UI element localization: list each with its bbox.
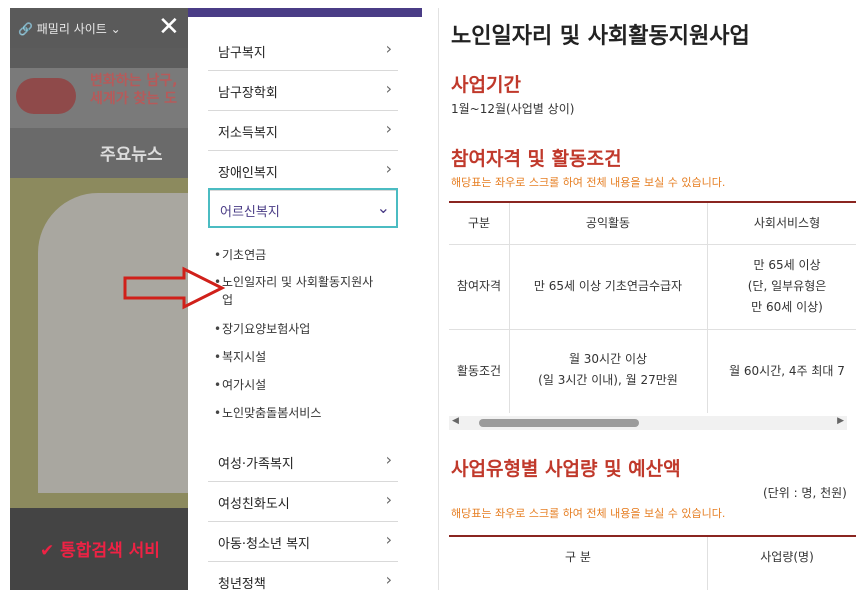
menu-item-disability[interactable]: 장애인복지 › — [208, 151, 398, 191]
submenu-welfare-facility[interactable]: 복지시설 — [214, 348, 382, 366]
submenu-senior-jobs[interactable]: 노인일자리 및 사회활동지원사업 — [214, 273, 382, 309]
submenu-long-term-care[interactable]: 장기요양보험사업 — [214, 320, 382, 338]
chevron-right-icon: › — [385, 450, 392, 469]
table-cell: 만 60세 이상) — [751, 300, 823, 314]
menu-topbar — [188, 8, 422, 17]
poster-card — [38, 193, 188, 493]
section-heading-budget: 사업유형별 사업량 및 예산액 — [451, 458, 681, 480]
table-header: 사회서비스형 — [753, 216, 821, 230]
table-row-label: 참여자격 — [456, 279, 502, 293]
menu-item-namgu-welfare[interactable]: 남구복지 › — [208, 31, 398, 71]
search-service-label: ✔ 통합검색 서비 — [40, 541, 160, 561]
row-divider — [449, 329, 856, 330]
table-cell: (단, 일부유형은 — [747, 279, 827, 293]
close-icon[interactable]: ✕ — [158, 14, 180, 40]
menu-item-low-income[interactable]: 저소득복지 › — [208, 111, 398, 151]
menu-item-youth-policy[interactable]: 청년정책 › — [208, 562, 398, 590]
menu-item-scholarship[interactable]: 남구장학회 › — [208, 71, 398, 111]
mobile-menu-panel: 🔗 패밀리 사이트 ⌄ 변화하는 남구, 세계가 찾는 도 주요뉴스 ✔ 통합검… — [10, 8, 422, 590]
scroll-hint: 해당표는 좌우로 스크롤 하여 전체 내용을 보실 수 있습니다. — [451, 176, 726, 189]
table-cell: 만 65세 이상 기초연금수급자 — [533, 279, 683, 293]
table-header: 공익활동 — [585, 216, 631, 230]
submenu-leisure-facility[interactable]: 여가시설 — [214, 376, 382, 394]
menu-item-women-family[interactable]: 여성·가족복지 › — [208, 442, 398, 482]
conditions-table[interactable]: 구분 공익활동 사회서비스형 참여자격 만 65세 이상 기초연금수급자 만 6… — [449, 201, 856, 413]
submenu-basic-pension[interactable]: 기초연금 — [214, 246, 382, 264]
family-site-label: 패밀리 사이트 — [36, 22, 107, 36]
scroll-right-icon[interactable]: ▶ — [837, 416, 844, 426]
menu-item-senior-active[interactable]: 어르신복지 ⌄ — [208, 188, 398, 228]
row-divider — [449, 244, 856, 245]
budget-table[interactable]: 구 분 사업량(명) — [449, 535, 856, 590]
table-header: 구분 — [467, 216, 491, 230]
scroll-hint: 해당표는 좌우로 스크롤 하여 전체 내용을 보실 수 있습니다. — [451, 507, 726, 520]
banner-text: 변화하는 남구, 세계가 찾는 도 — [90, 73, 178, 107]
table-cell: 월 30시간 이상 — [568, 352, 648, 366]
table-cell: 월 60시간, 4주 최대 7 — [729, 364, 845, 378]
period-text: 1월~12월(사업별 상이) — [451, 102, 575, 116]
red-arrow-icon — [123, 266, 226, 310]
table-cell: 만 65세 이상 — [753, 258, 821, 272]
menu-item-child-youth[interactable]: 아동·청소년 복지 › — [208, 522, 398, 562]
table-header: 사업량(명) — [760, 550, 814, 564]
chevron-right-icon: › — [385, 490, 392, 509]
horizontal-scrollbar[interactable]: ◀ ▶ — [449, 416, 847, 430]
chevron-right-icon: › — [385, 119, 392, 138]
news-heading: 주요뉴스 — [10, 128, 188, 178]
table-header: 구 분 — [565, 550, 591, 564]
chevron-right-icon: › — [385, 39, 392, 58]
table-cell: (일 3시간 이내), 월 27만원 — [538, 373, 678, 387]
chevron-right-icon: › — [385, 79, 392, 98]
chevron-right-icon: › — [385, 159, 392, 178]
scroll-thumb[interactable] — [479, 419, 639, 427]
submenu-custom-care[interactable]: 노인맞춤돌봄서비스 — [214, 404, 382, 422]
screenshot-frame: 🔗 패밀리 사이트 ⌄ 변화하는 남구, 세계가 찾는 도 주요뉴스 ✔ 통합검… — [0, 0, 866, 600]
logo — [16, 78, 76, 114]
section-heading-conditions: 참여자격 및 활동조건 — [451, 148, 622, 170]
content-panel: 노인일자리 및 사회활동지원사업 사업기간 1월~12월(사업별 상이) 참여자… — [438, 8, 856, 590]
page-title: 노인일자리 및 사회활동지원사업 — [451, 24, 750, 49]
scroll-left-icon[interactable]: ◀ — [452, 416, 459, 426]
menu-item-women-friendly-city[interactable]: 여성친화도시 › — [208, 482, 398, 522]
chevron-down-icon: ⌄ — [376, 198, 390, 217]
section-heading-period: 사업기간 — [451, 74, 521, 96]
chevron-right-icon: › — [385, 570, 392, 589]
table-row-label: 활동조건 — [456, 364, 502, 378]
unit-label: (단위 : 명, 천원) — [763, 486, 847, 500]
chevron-right-icon: › — [385, 530, 392, 549]
